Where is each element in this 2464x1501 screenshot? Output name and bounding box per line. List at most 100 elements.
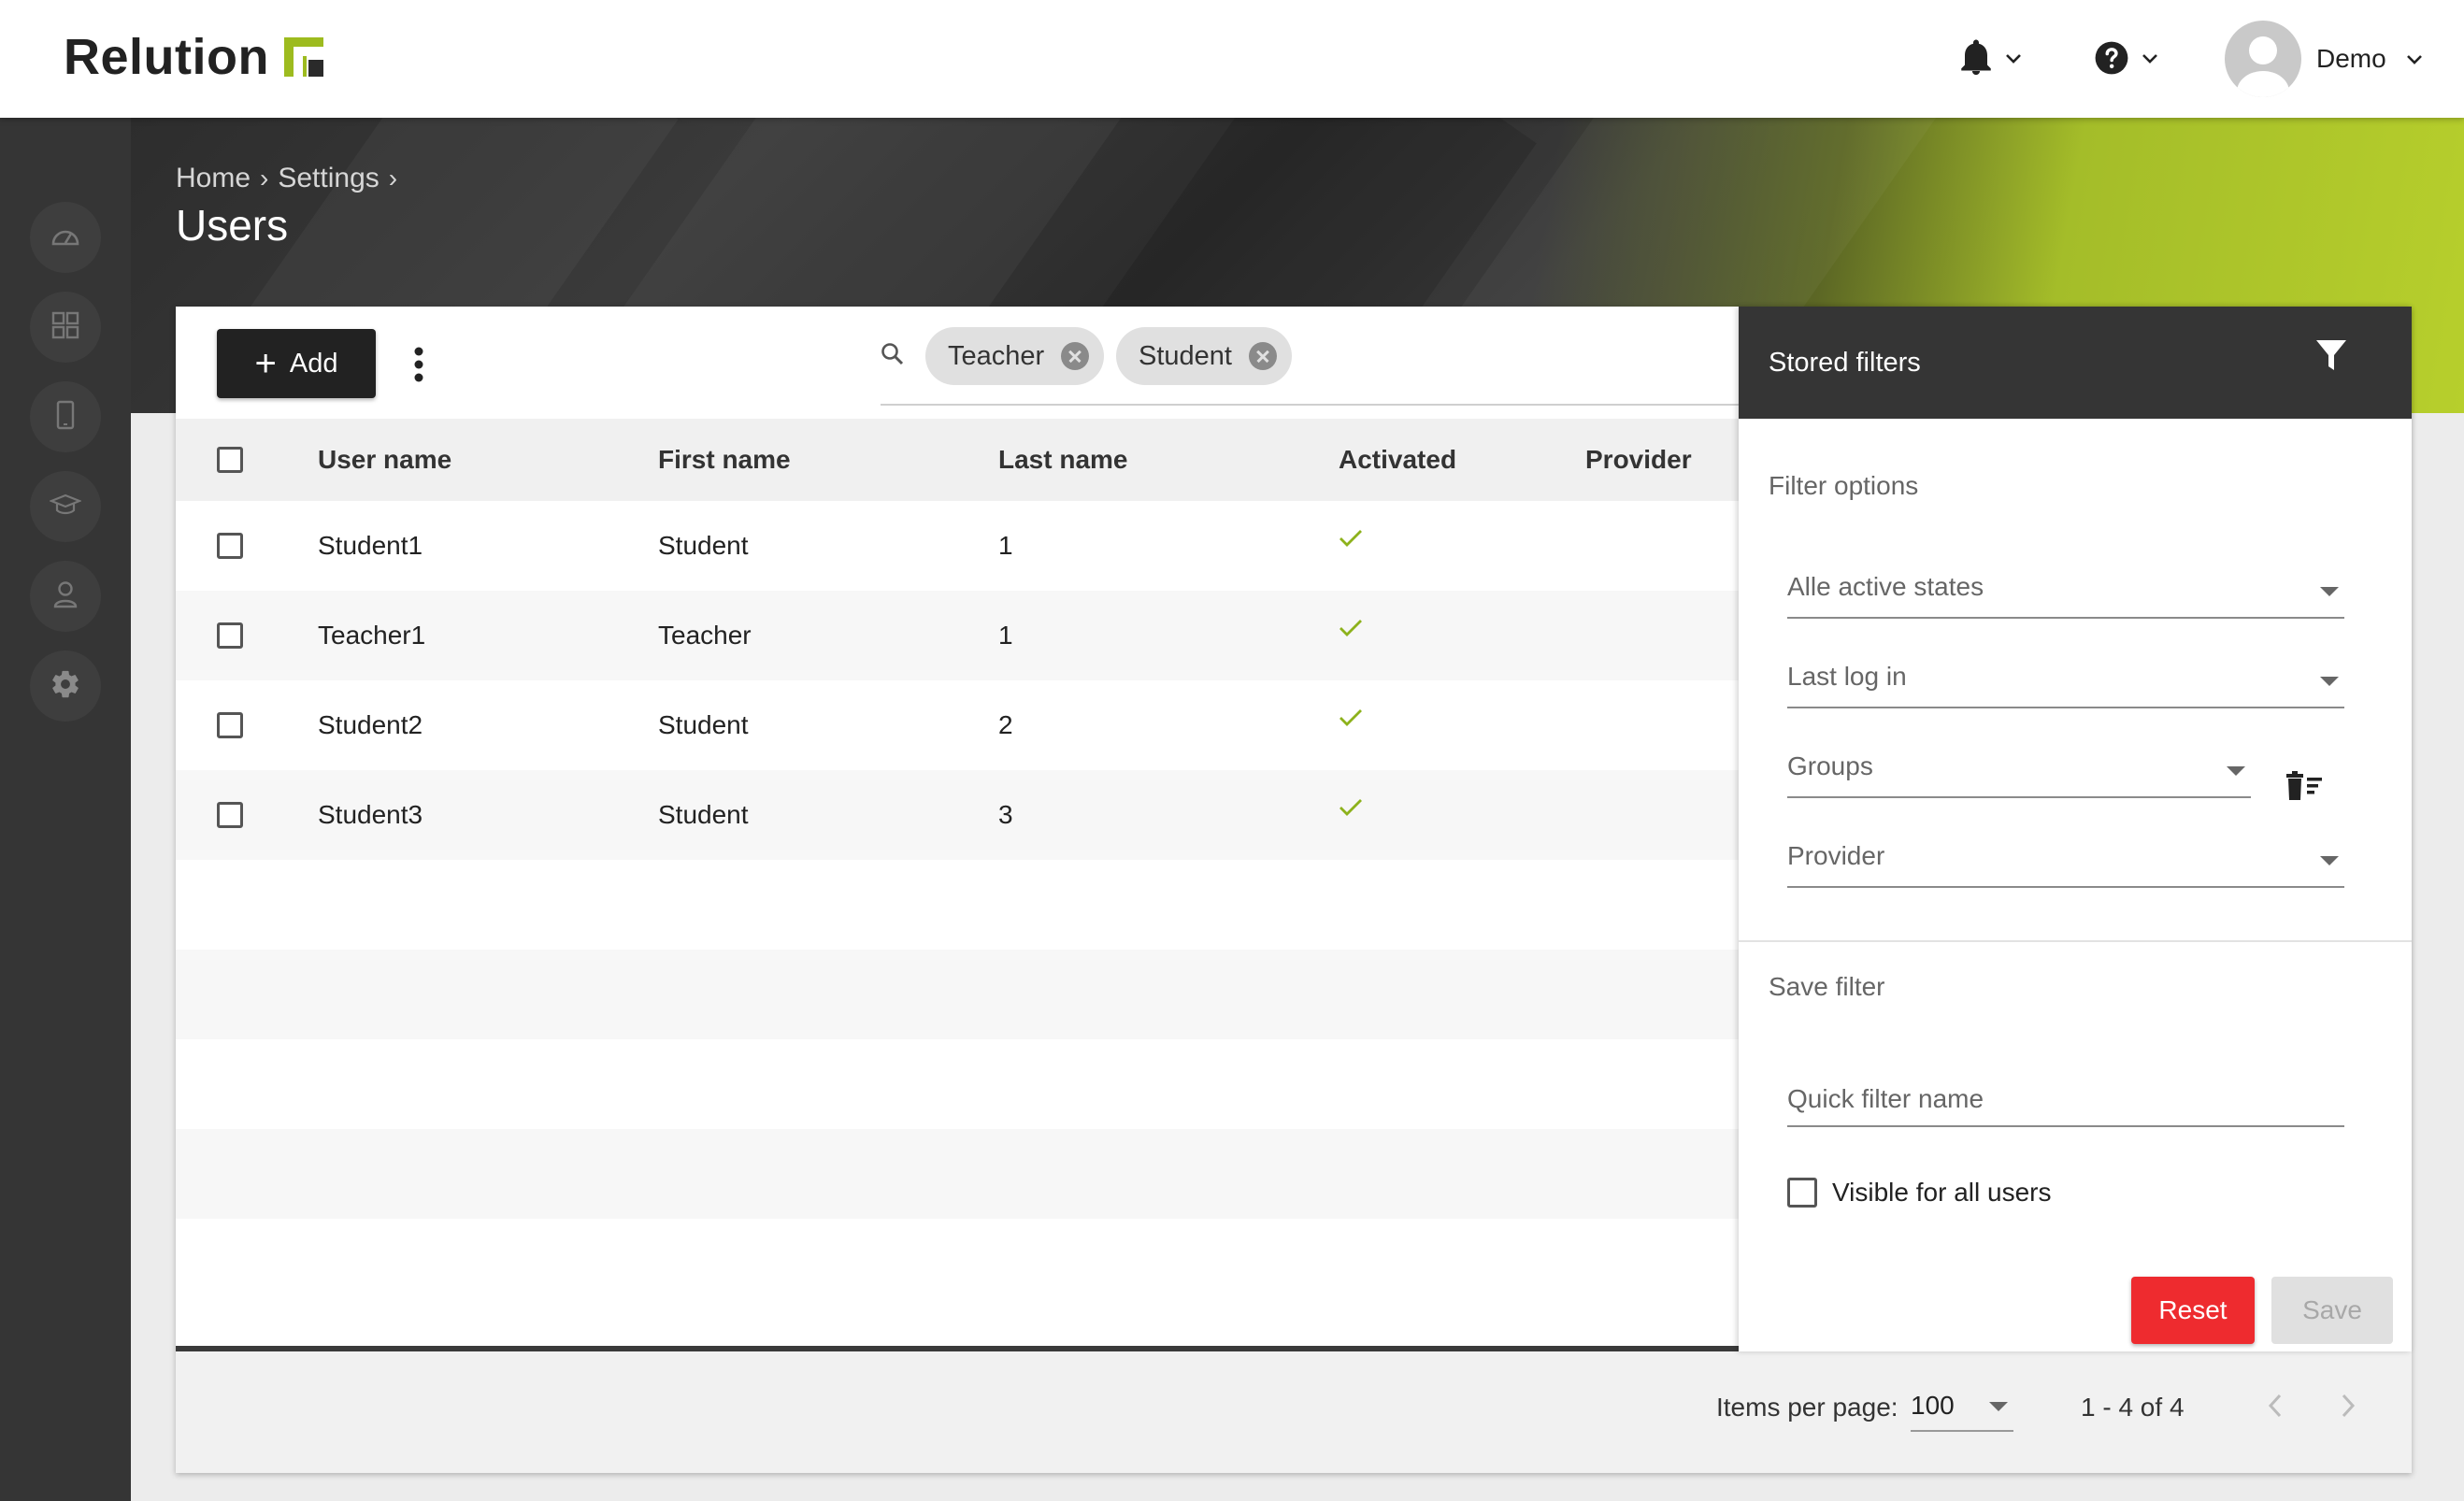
previous-page-button[interactable] [2255,1387,2296,1428]
avatar-placeholder-icon [2237,36,2289,97]
groups-value: Groups [1787,751,1873,780]
chip-remove-icon[interactable] [1061,342,1090,370]
activated-check-icon [1339,529,1363,552]
search-icon [881,342,905,371]
column-header-provider[interactable]: Provider [1585,445,1692,475]
table-row[interactable]: Student3 Student 3 [176,770,1739,860]
chip-label: Teacher [948,340,1045,371]
reset-button[interactable]: Reset [2131,1277,2255,1344]
help-menu[interactable] [2094,28,2159,88]
chevron-down-icon [2141,51,2159,64]
empty-row [176,1219,1739,1308]
table-toolbar: + Add Teacher Student [176,307,1739,419]
column-header-activated[interactable]: Activated [1339,445,1456,475]
quick-filter-name-input[interactable] [1787,1073,2344,1125]
select-all-checkbox[interactable] [217,447,243,473]
empty-row [176,1039,1739,1129]
user-menu[interactable]: Demo [2225,21,2424,97]
cell-last-name: 1 [998,621,1013,650]
filter-options-label: Filter options [1769,471,1919,500]
column-header-last-name[interactable]: Last name [998,445,1128,475]
search-filter-field[interactable]: Teacher Student [881,322,1739,406]
visible-for-all-checkbox[interactable] [1787,1178,1817,1208]
provider-select[interactable]: Provider [1787,834,2344,888]
sidebar-item-devices[interactable] [30,381,101,452]
chip-label: Student [1139,340,1232,371]
empty-row [176,860,1739,950]
clear-groups-icon[interactable] [2285,770,2326,807]
chevron-right-icon [2340,1393,2357,1423]
row-checkbox[interactable] [217,533,243,559]
panel-divider [1739,940,2412,942]
activated-check-icon [1339,619,1363,642]
active-states-value: Alle active states [1787,572,1984,601]
cell-first-name: Student [658,800,749,829]
table-row[interactable]: Student1 Student 1 [176,501,1739,591]
logo-text: Relution [64,29,269,85]
settings-gear-icon [50,668,81,705]
next-page-button[interactable] [2328,1387,2369,1428]
pagination-footer: Items per page: 100 1 - 4 of 4 [176,1351,2412,1473]
save-filter-button[interactable]: Save [2271,1277,2393,1344]
dropdown-arrow-icon [2320,677,2339,686]
plus-icon: + [254,343,277,384]
cell-user-name: Student1 [318,531,423,560]
items-per-page-value: 100 [1911,1391,1955,1420]
apps-grid-icon [51,311,79,344]
table-row[interactable]: Teacher1 Teacher 1 [176,591,1739,680]
breadcrumb: Home › Settings › [176,163,407,194]
notifications-menu[interactable] [1959,28,2023,88]
education-cap-icon [49,493,82,521]
cell-last-name: 2 [998,710,1013,739]
empty-row [176,1129,1739,1219]
help-circle-icon [2094,40,2129,76]
logo-mark-icon [282,36,325,79]
row-checkbox[interactable] [217,802,243,828]
dropdown-arrow-icon [1989,1402,2008,1411]
bell-icon [1959,39,1993,77]
dropdown-arrow-icon [2320,587,2339,596]
active-states-select[interactable]: Alle active states [1787,565,2344,619]
visible-for-all-users-option[interactable]: Visible for all users [1787,1178,2051,1208]
breadcrumb-home[interactable]: Home [176,163,251,194]
stored-filters-title: Stored filters [1769,348,1921,378]
row-checkbox[interactable] [217,712,243,738]
last-login-select[interactable]: Last log in [1787,654,2344,708]
table-row[interactable]: Student2 Student 2 [176,680,1739,770]
last-login-value: Last log in [1787,662,1907,691]
cell-first-name: Student [658,531,749,560]
sidebar-item-dashboard[interactable] [30,202,101,273]
quick-filter-name-field[interactable] [1787,1073,2344,1127]
sidebar-item-apps[interactable] [30,292,101,363]
cell-last-name: 1 [998,531,1013,560]
column-header-first-name[interactable]: First name [658,445,791,475]
groups-select[interactable]: Groups [1787,744,2251,798]
breadcrumb-settings[interactable]: Settings [278,163,379,194]
more-vertical-icon [413,346,424,388]
more-actions-button[interactable] [400,340,437,393]
column-header-user-name[interactable]: User name [318,445,451,475]
device-phone-icon [56,400,75,435]
user-name: Demo [2316,44,2386,73]
cell-user-name: Teacher1 [318,621,426,650]
sidebar [0,118,131,1501]
filter-funnel-icon[interactable] [2314,338,2348,379]
cell-first-name: Teacher [658,621,752,650]
page-title: Users [176,201,289,250]
relution-logo[interactable]: Relution [64,28,325,86]
breadcrumb-separator: › [388,164,398,193]
empty-row [176,950,1739,1039]
stored-filters-panel: Stored filters Filter options Alle activ… [1739,307,2412,1351]
sidebar-item-settings[interactable] [30,650,101,722]
sidebar-item-users[interactable] [30,561,101,632]
chip-remove-icon[interactable] [1248,342,1277,370]
chevron-down-icon [2405,52,2424,65]
chevron-left-icon [2267,1393,2284,1423]
avatar [2225,21,2301,97]
sidebar-item-education[interactable] [30,471,101,542]
items-per-page-select[interactable]: 100 [1911,1385,2013,1432]
dropdown-arrow-icon [2320,856,2339,865]
add-user-button[interactable]: + Add [217,329,376,398]
row-checkbox[interactable] [217,622,243,649]
stored-filters-header: Stored filters [1739,307,2412,419]
